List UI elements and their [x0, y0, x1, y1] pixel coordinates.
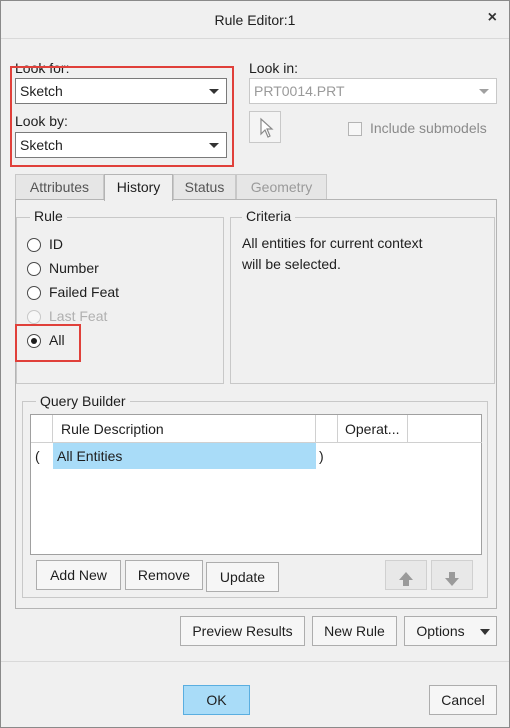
- dropdown-arrow-icon[interactable]: [472, 79, 496, 103]
- tab-geometry[interactable]: Geometry: [236, 174, 327, 200]
- move-down-button[interactable]: [431, 560, 473, 590]
- table-row-selected-cell[interactable]: All Entities: [53, 443, 316, 469]
- include-submodels-label: Include submodels: [370, 120, 487, 136]
- tab-attributes[interactable]: Attributes: [15, 174, 104, 200]
- new-rule-button[interactable]: New Rule: [312, 616, 397, 646]
- options-label: Options: [416, 623, 465, 639]
- table-header-paren: [31, 415, 53, 443]
- rule-number-label: Number: [49, 260, 99, 276]
- table-header-paren: [316, 415, 338, 443]
- criteria-group-title: Criteria: [242, 208, 296, 224]
- ok-button[interactable]: OK: [183, 685, 250, 715]
- table-header-operator[interactable]: Operat...: [338, 415, 408, 443]
- query-builder-title: Query Builder: [36, 393, 130, 409]
- cancel-button[interactable]: Cancel: [429, 685, 497, 715]
- rule-id-label: ID: [49, 236, 63, 252]
- look-in-select[interactable]: PRT0014.PRT: [249, 78, 497, 104]
- update-button[interactable]: Update: [206, 562, 279, 592]
- pick-model-button[interactable]: [249, 111, 281, 143]
- remove-button[interactable]: Remove: [125, 560, 203, 590]
- table-header-filler: [408, 415, 482, 443]
- row-close-paren: ): [319, 448, 324, 464]
- look-in-label: Look in:: [249, 60, 299, 76]
- options-dropdown-icon: [480, 629, 490, 635]
- annotation-highlight-box: [10, 66, 234, 167]
- rule-id-radio[interactable]: [27, 238, 41, 252]
- move-up-icon: [399, 572, 413, 586]
- rule-failed-feat-label: Failed Feat: [49, 284, 120, 300]
- row-open-paren: (: [35, 448, 40, 464]
- rule-group-title: Rule: [30, 208, 67, 224]
- options-button[interactable]: Options: [404, 616, 497, 646]
- look-in-value: PRT0014.PRT: [254, 83, 345, 99]
- move-up-button[interactable]: [385, 560, 427, 590]
- tab-status[interactable]: Status: [173, 174, 236, 200]
- rule-failed-feat-radio[interactable]: [27, 286, 41, 300]
- rule-table[interactable]: Rule Description Operat... ( All Entitie…: [30, 414, 482, 555]
- criteria-text-line-2: will be selected.: [242, 256, 341, 272]
- pointer-select-icon: [260, 117, 274, 138]
- rule-last-feat-label: Last Feat: [49, 308, 108, 324]
- rule-last-feat-radio[interactable]: [27, 310, 41, 324]
- rule-number-radio[interactable]: [27, 262, 41, 276]
- title-bar: Rule Editor:1 ×: [1, 1, 509, 39]
- move-down-icon: [445, 572, 459, 586]
- add-new-button[interactable]: Add New: [36, 560, 121, 590]
- include-submodels-checkbox[interactable]: [348, 122, 362, 136]
- rule-editor-dialog: Rule Editor:1 × Look for: Sketch Look by…: [0, 0, 510, 728]
- tab-history[interactable]: History: [104, 174, 173, 201]
- dialog-title: Rule Editor:1: [214, 12, 296, 28]
- annotation-highlight-box: [15, 324, 81, 362]
- preview-results-button[interactable]: Preview Results: [180, 616, 305, 646]
- close-icon[interactable]: ×: [488, 9, 497, 27]
- table-header-rule-description[interactable]: Rule Description: [53, 415, 316, 443]
- criteria-text-line-1: All entities for current context: [242, 235, 423, 251]
